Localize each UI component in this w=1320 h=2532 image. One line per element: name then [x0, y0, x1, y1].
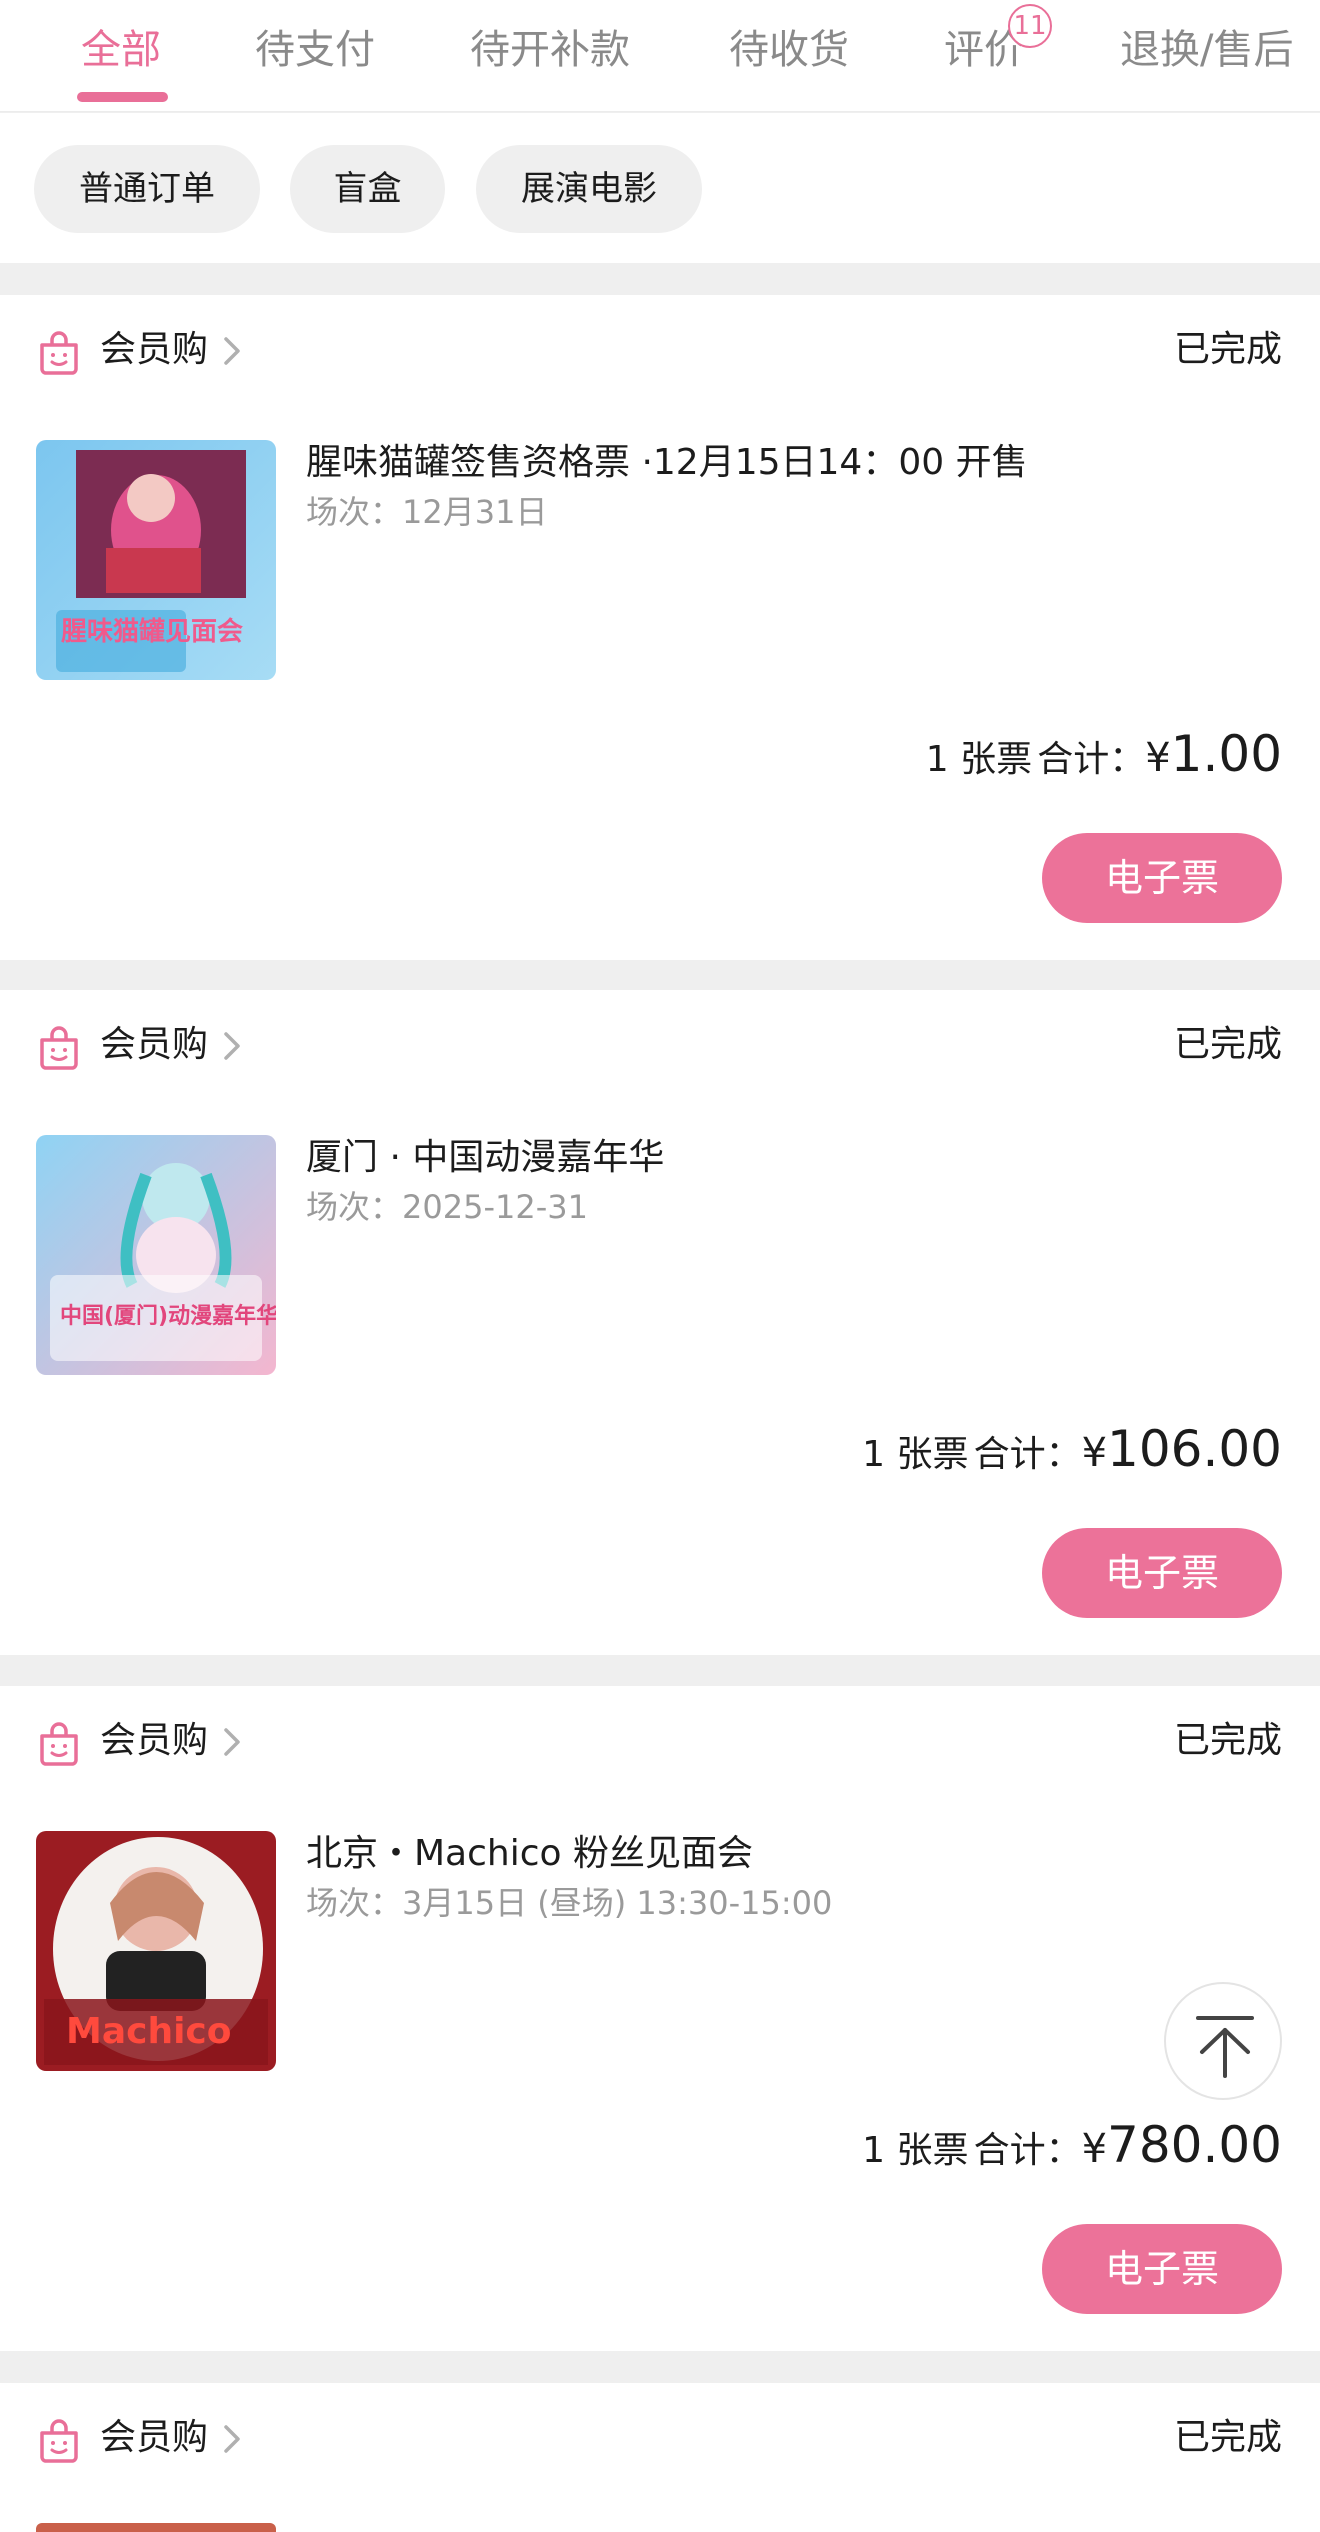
chevron-right-icon [224, 1728, 240, 1756]
order-status: 已完成 [1173, 2417, 1282, 2458]
poster-title-text: Machico [66, 2011, 232, 2052]
total-label: 合计： [973, 2130, 1082, 2171]
total-label: 合计： [1037, 739, 1146, 780]
shopping-bag-smile-icon [40, 1026, 78, 1070]
currency-symbol: ¥ [1145, 735, 1171, 781]
order-total: 1 张票 合计：¥780.00 [862, 2116, 1282, 2174]
order-status: 已完成 [1173, 329, 1282, 370]
order-status: 已完成 [1173, 1720, 1282, 1761]
e-ticket-button[interactable]: 电子票 [1042, 2224, 1282, 2314]
event-session: 场次：12月31日 [306, 493, 548, 531]
currency-symbol: ¥ [1081, 2126, 1108, 2172]
order-type-filter-bar: 普通订单 盲盒 展演电影 [0, 113, 1320, 263]
order-card[interactable]: 会员购 已完成 Machico 北京・Machico 粉丝见面会 场次：3月15… [0, 1686, 1320, 2351]
event-poster-thumbnail[interactable]: 中国(厦门)动漫嘉年华 [36, 1135, 276, 1375]
event-title[interactable]: 腥味猫罐签售资格票 ·12月15日14：00 开售 [306, 435, 1286, 491]
event-poster-thumbnail[interactable]: Machico [36, 1831, 276, 2071]
shopping-bag-smile-icon [40, 2419, 78, 2463]
event-session: 场次：2025-12-31 [306, 1188, 588, 1226]
tab-pending-payment[interactable]: 待支付 [255, 22, 375, 78]
event-session: 场次：3月15日 (昼场) 13:30-15:00 [306, 1884, 833, 1922]
order-card-header[interactable]: 会员购 已完成 [0, 990, 1320, 1100]
total-amount: 1.00 [1170, 725, 1282, 783]
ticket-quantity: 1 张票 [862, 2130, 969, 2171]
order-card-header[interactable]: 会员购 已完成 [0, 295, 1320, 405]
order-status: 已完成 [1173, 1024, 1282, 1065]
order-card-header[interactable]: 会员购 已完成 [0, 2383, 1320, 2493]
event-title[interactable]: 厦门 · 中国动漫嘉年华 [306, 1130, 1286, 1186]
tab-after-sales[interactable]: 退换/售后 [1120, 22, 1293, 78]
tab-pending-balance[interactable]: 待开补款 [470, 22, 630, 78]
total-amount: 106.00 [1107, 1420, 1282, 1478]
event-title[interactable]: 北京・Machico 粉丝见面会 [306, 1826, 1286, 1882]
total-amount: 780.00 [1107, 2116, 1282, 2174]
tab-pending-receipt[interactable]: 待收货 [729, 22, 849, 78]
currency-symbol: ¥ [1081, 1430, 1108, 1476]
tab-all[interactable]: 全部 [81, 22, 161, 78]
shopping-bag-smile-icon [40, 1722, 78, 1766]
e-ticket-button[interactable]: 电子票 [1042, 1528, 1282, 1618]
shop-name[interactable]: 会员购 [100, 1714, 208, 1768]
chevron-right-icon [224, 2425, 240, 2453]
event-poster-image: 中国(厦门)动漫嘉年华 [36, 1135, 276, 1375]
order-total: 1 张票 合计：¥106.00 [862, 1420, 1282, 1478]
total-label: 合计： [973, 1434, 1082, 1475]
order-card-header[interactable]: 会员购 已完成 [0, 1686, 1320, 1796]
shopping-bag-smile-icon [40, 331, 78, 375]
event-poster-thumbnail[interactable]: 腥味猫罐见面会 [36, 440, 276, 680]
shop-name[interactable]: 会员购 [100, 2411, 208, 2465]
shop-name[interactable]: 会员购 [100, 323, 208, 377]
arrow-up-to-top-icon [1196, 2016, 1254, 2078]
order-tab-bar: 全部 待支付 待开补款 待收货 评价 11 退换/售后 [0, 0, 1320, 112]
event-poster-image: Machico [36, 1831, 276, 2071]
shop-name[interactable]: 会员购 [100, 1018, 208, 1072]
order-card[interactable]: 会员购 已完成 [0, 2383, 1320, 2532]
filter-chip-shows-movies[interactable]: 展演电影 [476, 145, 702, 233]
chevron-right-icon [224, 337, 240, 365]
order-total: 1 张票 合计：¥1.00 [926, 725, 1282, 783]
review-count-badge: 11 [1008, 4, 1052, 48]
chevron-right-icon [224, 1032, 240, 1060]
event-poster-image: 腥味猫罐见面会 [36, 440, 276, 680]
back-to-top-button[interactable] [1164, 1982, 1282, 2100]
ticket-quantity: 1 张票 [925, 739, 1033, 780]
order-card[interactable]: 会员购 已完成 中国(厦门)动漫嘉年华 厦门 · 中国动漫嘉年华 场次：2025… [0, 990, 1320, 1655]
active-tab-indicator [77, 92, 168, 102]
filter-chip-blind-box[interactable]: 盲盒 [290, 145, 445, 233]
event-poster-thumbnail[interactable] [36, 2523, 276, 2532]
filter-chip-regular-orders[interactable]: 普通订单 [34, 145, 260, 233]
ticket-quantity: 1 张票 [862, 1434, 969, 1475]
order-card[interactable]: 会员购 已完成 腥味猫罐见面会 腥味猫罐签售资格票 ·12月15日14：00 开… [0, 295, 1320, 960]
e-ticket-button[interactable]: 电子票 [1042, 833, 1282, 923]
poster-title-text: 腥味猫罐见面会 [60, 616, 243, 647]
poster-title-text: 中国(厦门)动漫嘉年华 [60, 1303, 276, 1329]
